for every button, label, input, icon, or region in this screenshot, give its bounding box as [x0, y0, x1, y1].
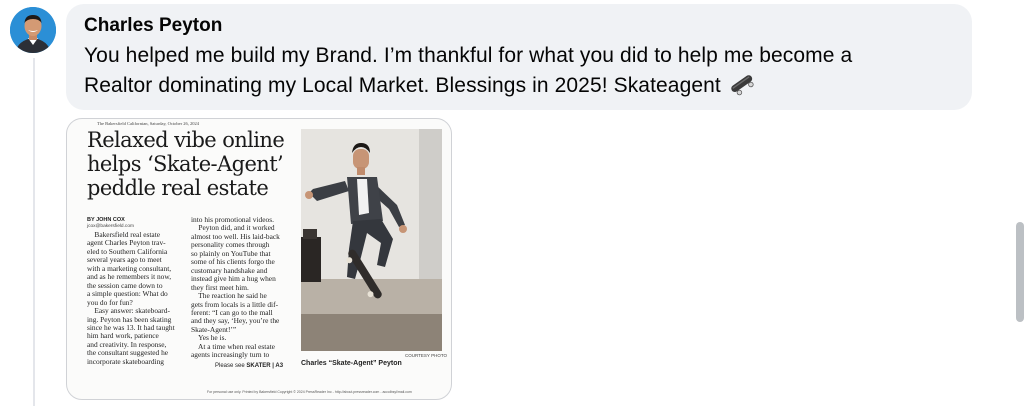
comment-author-name[interactable]: Charles Peyton	[84, 14, 954, 38]
photo-caption: Charles “Skate-Agent” Peyton	[301, 360, 402, 367]
comment-text: You helped me build my Brand. I’m thankf…	[84, 41, 954, 105]
article-jump-line: Please see SKATER | A3	[215, 363, 283, 369]
comment-text-line-1: You helped me build my Brand. I’m thankf…	[84, 44, 853, 67]
newspaper-author-email: jcox@bakersfield.com	[87, 224, 134, 229]
reply-thread-line	[33, 58, 35, 406]
newspaper-dateline: The Bakersfield Californian, Saturday, O…	[97, 121, 200, 126]
newspaper-headline: Relaxed vibe online helps ‘Skate-Agent’ …	[87, 128, 285, 200]
article-column-2: into his promotional videos. Peyton did,…	[191, 215, 280, 360]
jump-prefix: Please see	[215, 363, 245, 369]
comment-text-line-2: Realtor dominating my Local Market. Bles…	[84, 74, 721, 97]
photo-credit: COURTESY PHOTO	[405, 353, 448, 358]
page-scrollbar-thumb[interactable]	[1016, 222, 1024, 322]
article-column-1: Bakersfield real estate agent Charles Pe…	[87, 230, 175, 366]
newspaper-clipping-image[interactable]: The Bakersfield Californian, Saturday, O…	[66, 118, 452, 400]
skateboarder-photo	[301, 129, 442, 351]
profile-photo	[10, 7, 56, 53]
author-avatar[interactable]	[10, 7, 56, 53]
comment-bubble: Charles Peyton You helped me build my Br…	[66, 4, 972, 110]
newspaper-byline: BY JOHN COX	[87, 217, 125, 223]
skateboard-icon	[729, 72, 755, 105]
jump-reference: SKATER | A3	[246, 363, 284, 369]
newspaper-footer: For personal use only. Printed by Bakers…	[207, 390, 412, 394]
